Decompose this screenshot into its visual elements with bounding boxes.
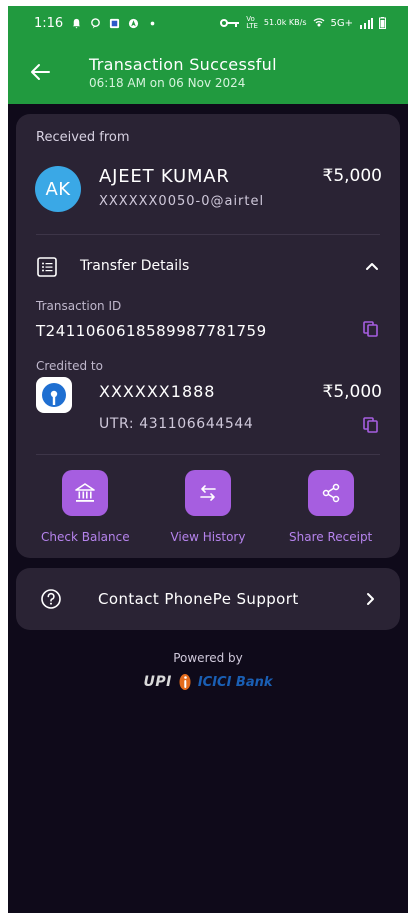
navigation-icon <box>129 18 139 28</box>
transaction-id-value: T2411060618589987781759 <box>36 322 267 340</box>
chat-icon <box>91 17 101 29</box>
app-icon <box>110 18 120 28</box>
back-button[interactable] <box>28 60 52 84</box>
net-speed: 51.0k KB/s <box>263 18 307 27</box>
credited-account: XXXXXX1888 <box>99 382 216 401</box>
icici-logo-icon <box>179 674 191 690</box>
network-type: 5G+ <box>330 17 354 29</box>
bank-icon <box>75 483 96 502</box>
utr-number: UTR: 431106644544 <box>99 416 254 432</box>
copy-icon[interactable] <box>362 416 380 434</box>
partner-logos: UPI ICICI Bank <box>8 673 408 691</box>
chevron-right-icon <box>367 593 374 605</box>
transaction-card: Received from AK AJEET KUMAR XXXXXX0050-… <box>16 114 400 558</box>
page-title: Transaction Successful <box>89 54 277 74</box>
check-balance-button[interactable]: Check Balance <box>30 470 140 544</box>
upi-logo: UPI <box>143 674 172 690</box>
transfer-details-label: Transfer Details <box>80 258 190 274</box>
dot-icon <box>150 21 155 25</box>
powered-by-label: Powered by <box>173 651 243 665</box>
divider <box>36 454 380 455</box>
app-bar: Transaction Successful 06:18 AM on 06 No… <box>8 40 408 104</box>
view-history-button[interactable]: View History <box>153 470 263 544</box>
key-icon <box>220 19 240 27</box>
share-receipt-label[interactable]: Share Receipt <box>289 530 372 544</box>
contact-support-label[interactable]: Contact PhonePe Support <box>98 590 299 608</box>
transaction-id-label: Transaction ID <box>36 299 122 313</box>
received-amount: ₹5,000 <box>322 166 382 186</box>
list-icon <box>37 257 57 277</box>
sbi-bank-logo-icon <box>36 377 72 413</box>
battery-icon <box>379 17 386 29</box>
credited-amount: ₹5,000 <box>322 382 382 402</box>
status-time: 1:16 <box>34 15 64 31</box>
swap-arrows-icon <box>200 485 216 501</box>
share-receipt-icon-button[interactable] <box>307 470 354 516</box>
signal-icon <box>360 17 373 29</box>
received-from-label: Received from <box>36 130 130 145</box>
chevron-up-icon[interactable] <box>362 256 382 276</box>
check-balance-label[interactable]: Check Balance <box>41 530 130 544</box>
avatar: AK <box>35 166 81 212</box>
share-receipt-button[interactable]: Share Receipt <box>276 470 386 544</box>
check-balance-icon-button[interactable] <box>62 470 109 516</box>
notification-bell-icon <box>73 18 81 29</box>
hotspot-icon <box>313 18 324 27</box>
share-icon <box>322 483 339 503</box>
view-history-label[interactable]: View History <box>170 530 245 544</box>
transaction-timestamp: 06:18 AM on 06 Nov 2024 <box>89 75 246 90</box>
view-history-icon-button[interactable] <box>184 470 231 516</box>
copy-icon[interactable] <box>362 320 380 338</box>
credited-to-label: Credited to <box>36 359 103 373</box>
icici-bank-logo: ICICI Bank <box>197 674 273 690</box>
phone-screen: 1:16 Vo LTE 51.0k KB/s 5G+ Transaction Su… <box>8 6 408 913</box>
status-bar: 1:16 Vo LTE 51.0k KB/s 5G+ <box>8 6 408 40</box>
arrow-left-icon <box>31 64 50 80</box>
contact-support-row[interactable]: Contact PhonePe Support <box>16 568 400 630</box>
volte-icon: Vo LTE <box>246 15 258 30</box>
divider <box>36 234 380 235</box>
action-row: Check Balance View History Share Receipt <box>16 470 400 544</box>
sender-name: AJEET KUMAR <box>99 166 230 187</box>
sender-upi-id: XXXXXX0050-0@airtel <box>99 194 265 209</box>
help-circle-icon <box>41 589 61 609</box>
